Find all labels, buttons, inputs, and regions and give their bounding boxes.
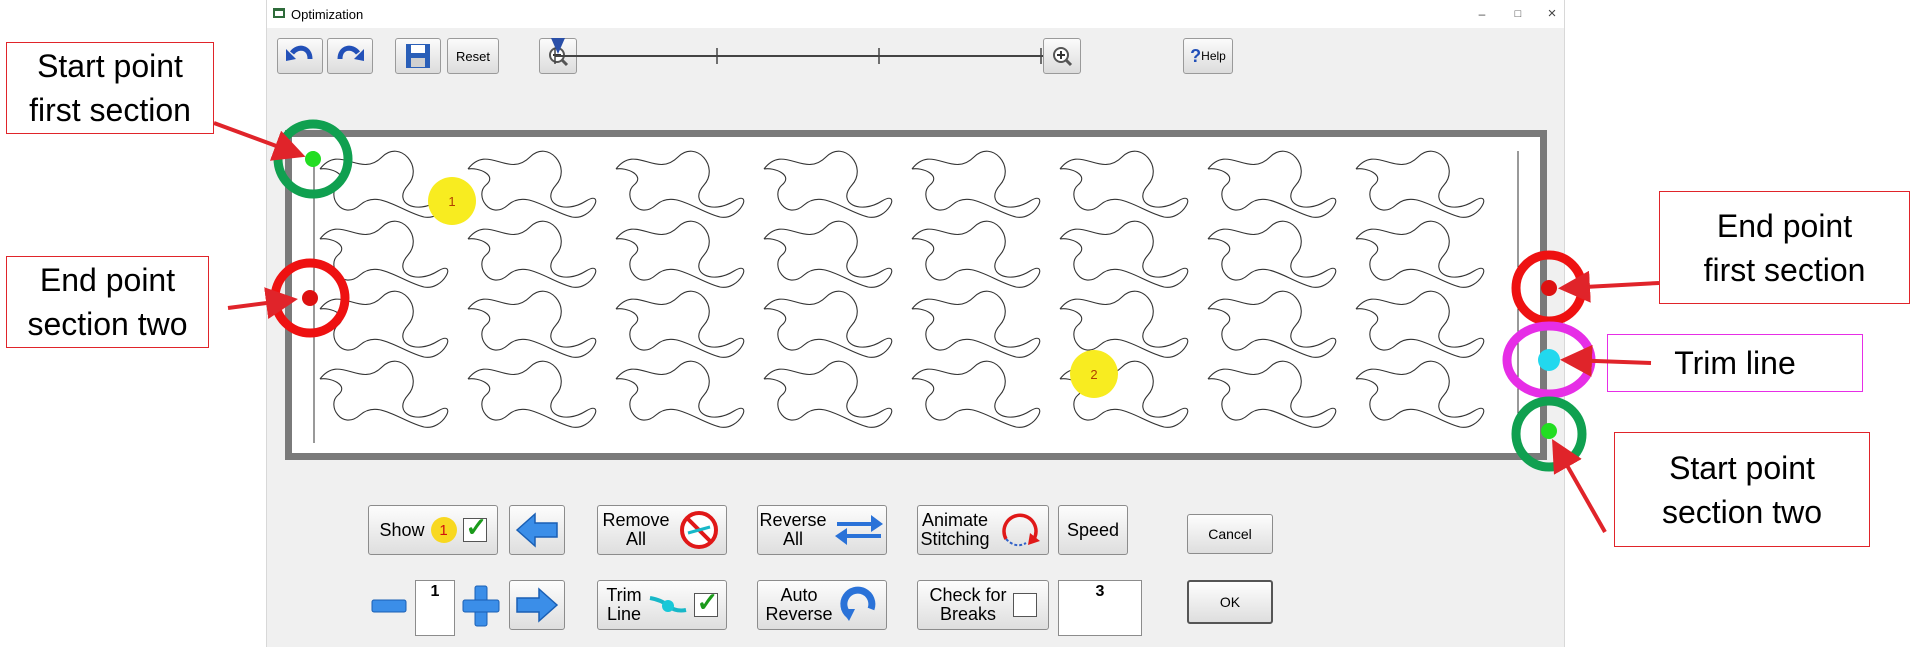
arrow-start-two	[1552, 439, 1607, 533]
annotation-overlay	[213, 119, 1660, 533]
start-point-first-dot[interactable]	[305, 151, 321, 167]
arrow-trim	[1560, 344, 1652, 377]
end-point-first-dot[interactable]	[1541, 280, 1557, 296]
end-point-two-dot[interactable]	[302, 290, 318, 306]
start-point-two-dot[interactable]	[1541, 423, 1557, 439]
trim-point-dot[interactable]	[1538, 349, 1560, 371]
